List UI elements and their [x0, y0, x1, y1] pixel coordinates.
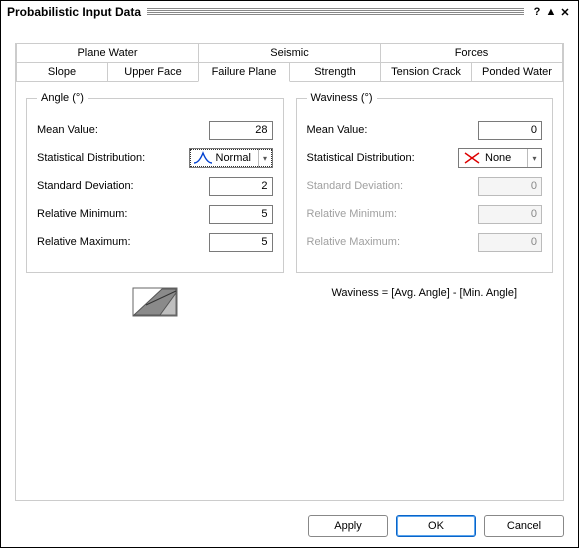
normal-curve-icon	[193, 151, 213, 165]
slope-diagram-icon	[132, 287, 178, 317]
angle-dist-value: Normal	[216, 152, 258, 164]
groups-row: Angle (°) Mean Value: Statistical Distri…	[26, 92, 553, 273]
waviness-dist-label: Statistical Distribution:	[307, 152, 415, 164]
waviness-std-input	[478, 177, 542, 196]
collapse-button[interactable]: ▲	[544, 6, 558, 18]
close-button[interactable]: ✕	[558, 6, 572, 19]
waviness-relmax-label: Relative Maximum:	[307, 236, 401, 248]
tab-failure-plane[interactable]: Failure Plane	[198, 62, 290, 82]
dialog-window: Probabilistic Input Data ? ▲ ✕ Plane Wat…	[0, 0, 579, 548]
angle-relmin-row: Relative Minimum:	[37, 204, 273, 224]
angle-mean-input[interactable]	[209, 121, 273, 140]
waviness-legend: Waviness (°)	[307, 92, 377, 104]
tab-slope[interactable]: Slope	[16, 62, 108, 82]
apply-button[interactable]: Apply	[308, 515, 388, 537]
tab-plane-water[interactable]: Plane Water	[16, 43, 199, 62]
waviness-group: Waviness (°) Mean Value: Statistical Dis…	[296, 92, 554, 273]
titlebar: Probabilistic Input Data ? ▲ ✕	[1, 1, 578, 23]
waviness-dist-select[interactable]: None ▾	[458, 148, 542, 168]
angle-relmin-input[interactable]	[209, 205, 273, 224]
slope-diagram-wrap	[26, 287, 284, 320]
angle-relmax-label: Relative Maximum:	[37, 236, 131, 248]
angle-legend: Angle (°)	[37, 92, 88, 104]
tab-forces[interactable]: Forces	[380, 43, 563, 62]
waviness-relmin-row: Relative Minimum:	[307, 204, 543, 224]
angle-mean-label: Mean Value:	[37, 124, 98, 136]
chevron-down-icon: ▾	[527, 149, 541, 167]
waviness-formula: Waviness = [Avg. Angle] - [Min. Angle]	[296, 287, 554, 320]
waviness-relmax-input	[478, 233, 542, 252]
angle-dist-row: Statistical Distribution: Normal ▾	[37, 148, 273, 168]
waviness-std-label: Standard Deviation:	[307, 180, 404, 192]
waviness-relmin-input	[478, 205, 542, 224]
waviness-mean-row: Mean Value:	[307, 120, 543, 140]
titlebar-rule	[147, 8, 524, 16]
angle-relmin-label: Relative Minimum:	[37, 208, 127, 220]
waviness-std-row: Standard Deviation:	[307, 176, 543, 196]
lower-row: Waviness = [Avg. Angle] - [Min. Angle]	[26, 273, 553, 320]
ok-button[interactable]: OK	[396, 515, 476, 537]
waviness-mean-label: Mean Value:	[307, 124, 368, 136]
tabs-row-lower: Slope Upper Face Failure Plane Strength …	[16, 62, 563, 82]
none-cross-icon	[462, 151, 482, 165]
angle-group: Angle (°) Mean Value: Statistical Distri…	[26, 92, 284, 273]
tab-upper-face[interactable]: Upper Face	[107, 62, 199, 82]
angle-relmax-row: Relative Maximum:	[37, 232, 273, 252]
window-title: Probabilistic Input Data	[7, 5, 141, 19]
help-button[interactable]: ?	[530, 6, 544, 18]
angle-std-row: Standard Deviation:	[37, 176, 273, 196]
waviness-dist-row: Statistical Distribution: None ▾	[307, 148, 543, 168]
chevron-down-icon: ▾	[258, 149, 272, 167]
waviness-mean-input[interactable]	[478, 121, 542, 140]
waviness-dist-value: None	[485, 152, 527, 164]
tab-seismic[interactable]: Seismic	[198, 43, 381, 62]
angle-std-label: Standard Deviation:	[37, 180, 134, 192]
tab-tension-crack[interactable]: Tension Crack	[380, 62, 472, 82]
angle-mean-row: Mean Value:	[37, 120, 273, 140]
tab-strength[interactable]: Strength	[289, 62, 381, 82]
angle-dist-label: Statistical Distribution:	[37, 152, 145, 164]
waviness-relmin-label: Relative Minimum:	[307, 208, 397, 220]
tabs-row-upper: Plane Water Seismic Forces	[16, 43, 563, 62]
content-panel: Plane Water Seismic Forces Slope Upper F…	[15, 43, 564, 501]
angle-std-input[interactable]	[209, 177, 273, 196]
waviness-relmax-row: Relative Maximum:	[307, 232, 543, 252]
cancel-button[interactable]: Cancel	[484, 515, 564, 537]
angle-relmax-input[interactable]	[209, 233, 273, 252]
tab-body: Angle (°) Mean Value: Statistical Distri…	[16, 82, 563, 498]
angle-dist-select[interactable]: Normal ▾	[189, 148, 273, 168]
tab-ponded-water[interactable]: Ponded Water	[471, 62, 563, 82]
dialog-buttons: Apply OK Cancel	[308, 515, 564, 537]
